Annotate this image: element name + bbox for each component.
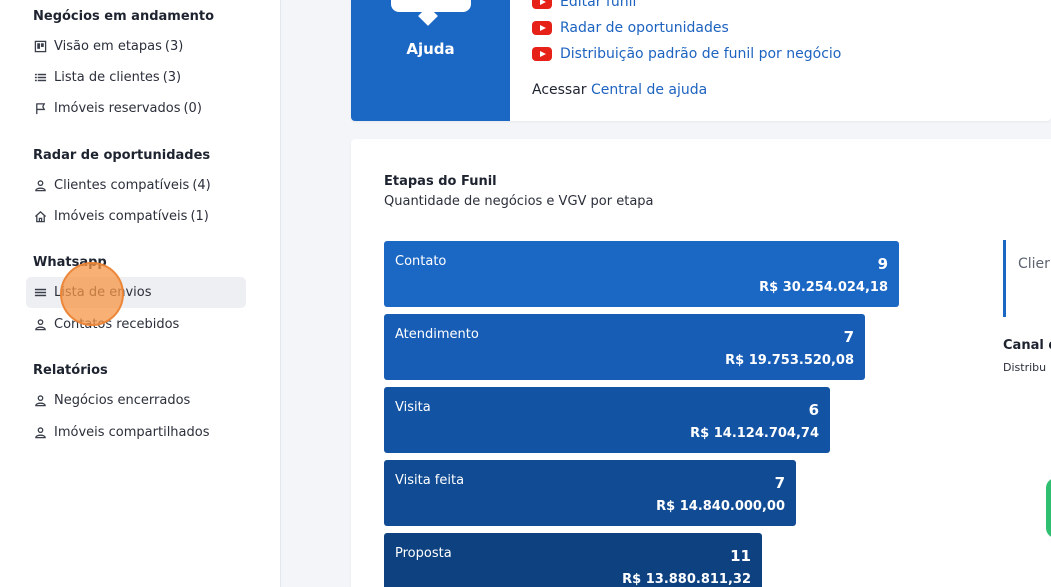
help-link-radar[interactable]: Radar de oportunidades <box>532 20 729 36</box>
funnel-stage-4[interactable]: Proposta 11 R$ 13.880.811,32 <box>384 533 762 587</box>
sidebar-item-negocios-encerrados[interactable]: Negócios encerrados <box>26 385 246 416</box>
sidebar-item-clientes-compativeis[interactable]: Clientes compatíveis (4) <box>26 170 246 201</box>
stage-vgv: R$ 14.124.704,74 <box>690 426 819 441</box>
stage-count: 7 <box>843 328 854 346</box>
sidebar-item-count: (0) <box>183 101 202 116</box>
stage-count: 9 <box>877 255 888 273</box>
youtube-icon <box>532 0 552 9</box>
sidebar-item-imoveis-reservados[interactable]: Imóveis reservados (0) <box>26 93 246 124</box>
sidebar-item-count: (3) <box>164 39 184 54</box>
help-link-text: Radar de oportunidades <box>560 20 729 36</box>
youtube-icon <box>532 47 552 61</box>
stage-name: Atendimento <box>395 327 479 342</box>
help-panel[interactable]: Ajuda <box>351 0 510 121</box>
stage-name: Proposta <box>395 546 452 561</box>
sidebar-item-lista-envios[interactable]: Lista de envios <box>26 277 246 308</box>
sidebar-item-imoveis-compartilhados[interactable]: Imóveis compartilhados <box>26 417 246 448</box>
sidebar-item-label: Clientes compatíveis <box>54 178 190 193</box>
help-link-text: Editar funil <box>560 0 637 10</box>
sidebar-item-label: Negócios encerrados <box>54 393 191 408</box>
funnel-title: Etapas do Funil <box>384 174 497 189</box>
list-icon <box>33 285 48 300</box>
funnel-stage-2[interactable]: Visita 6 R$ 14.124.704,74 <box>384 387 830 453</box>
funnel-subtitle: Quantidade de negócios e VGV por etapa <box>384 194 654 209</box>
help-link-text: Distribuição padrão de funil por negócio <box>560 46 842 62</box>
sidebar-item-label: Contatos recebidos <box>54 317 180 332</box>
central-ajuda-link[interactable]: Central de ajuda <box>591 82 707 98</box>
section-title-relatorios: Relatórios <box>33 363 108 378</box>
help-link-editar-funil[interactable]: Editar funil <box>532 0 636 10</box>
stage-vgv: R$ 14.840.000,00 <box>656 499 785 514</box>
person-icon <box>33 393 48 408</box>
help-card: Ajuda Editar funil Radar de oportunidade… <box>351 0 1051 121</box>
stage-count: 11 <box>730 547 751 565</box>
sidebar-item-label: Visão em etapas <box>54 39 162 54</box>
youtube-icon <box>532 21 552 35</box>
chat-widget-button[interactable] <box>1046 478 1051 538</box>
stage-count: 6 <box>808 401 819 419</box>
help-access-prefix: Acessar <box>532 82 587 98</box>
sidebar-item-label: Lista de clientes <box>54 70 160 85</box>
flag-icon <box>33 101 48 116</box>
sidebar: Negócios em andamento Visão em etapas (3)… <box>0 0 281 587</box>
sidebar-item-contatos-recebidos[interactable]: Contatos recebidos <box>26 309 246 340</box>
help-access-line: Acessar Central de ajuda <box>532 82 707 98</box>
person-icon <box>33 425 48 440</box>
sidebar-item-label: Imóveis compatíveis <box>54 209 188 224</box>
funnel-stage-0[interactable]: Contato 9 R$ 30.254.024,18 <box>384 241 899 307</box>
section-title-whatsapp: Whatsapp <box>33 255 107 270</box>
clients-box: Clier <box>1003 240 1051 317</box>
person-icon <box>33 317 48 332</box>
canal-title: Canal d <box>1003 338 1051 353</box>
stage-name: Visita feita <box>395 473 465 488</box>
person-icon <box>33 178 48 193</box>
section-title-negocios: Negócios em andamento <box>33 9 215 24</box>
home-icon <box>33 209 48 224</box>
canal-subtitle: Distribu <box>1003 361 1047 374</box>
list-icon <box>33 70 48 85</box>
section-title-radar: Radar de oportunidades <box>33 148 211 163</box>
help-link-distribuicao[interactable]: Distribuição padrão de funil por negócio <box>532 46 841 62</box>
stage-vgv: R$ 19.753.520,08 <box>725 353 854 368</box>
help-label: Ajuda <box>406 40 455 58</box>
sidebar-item-count: (4) <box>192 178 211 193</box>
stage-name: Contato <box>395 254 447 269</box>
funnel-card: Etapas do Funil Quantidade de negócios e… <box>351 139 1051 587</box>
stage-count: 7 <box>774 474 785 492</box>
stage-name: Visita <box>395 400 431 415</box>
sidebar-item-lista-clientes[interactable]: Lista de clientes (3) <box>26 62 246 93</box>
sidebar-item-visao-etapas[interactable]: Visão em etapas (3) <box>26 31 246 62</box>
kanban-icon <box>33 39 48 54</box>
stage-vgv: R$ 30.254.024,18 <box>759 280 888 295</box>
funnel-stage-3[interactable]: Visita feita 7 R$ 14.840.000,00 <box>384 460 796 526</box>
stage-vgv: R$ 13.880.811,32 <box>622 572 751 587</box>
sidebar-item-count: (3) <box>162 70 182 85</box>
sidebar-item-count: (1) <box>190 209 209 224</box>
sidebar-item-label: Imóveis reservados <box>54 101 181 116</box>
clients-box-label: Clier <box>1018 256 1050 272</box>
sidebar-item-label: Imóveis compartilhados <box>54 425 210 440</box>
funnel-stage-1[interactable]: Atendimento 7 R$ 19.753.520,08 <box>384 314 865 380</box>
sidebar-item-imoveis-compativeis[interactable]: Imóveis compatíveis (1) <box>26 201 246 232</box>
sidebar-item-label: Lista de envios <box>54 285 152 300</box>
